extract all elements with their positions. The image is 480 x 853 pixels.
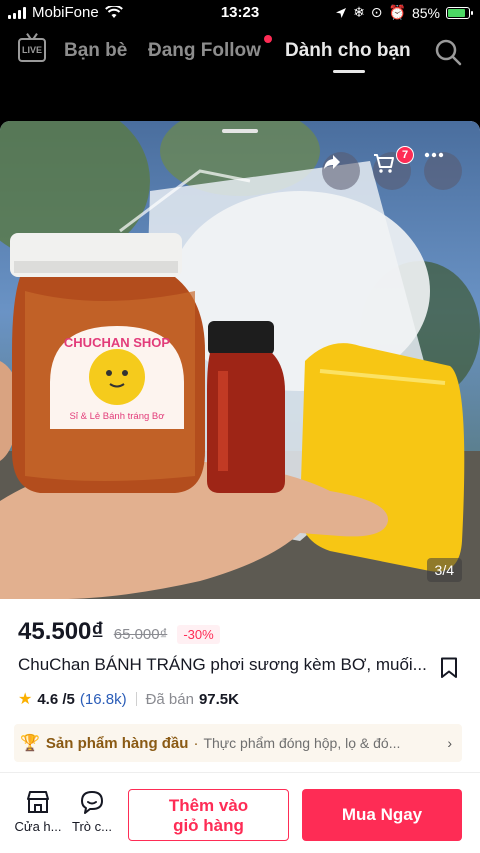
chat-button[interactable]: Trò c...: [66, 789, 118, 834]
ranking-banner[interactable]: 🏆 Sản phẩm hàng đầu · Thực phẩm đóng hộp…: [14, 724, 462, 762]
bottom-action-bar: Cửa h... Trò c... Thêm vào giỏ hàng Mua …: [0, 772, 480, 853]
cart-count-badge: 7: [396, 146, 414, 164]
title-row[interactable]: ChuChan BÁNH TRÁNG phơi sương kèm BƠ, mu…: [18, 655, 462, 679]
add-to-cart-line2: giỏ hàng: [173, 816, 244, 835]
active-tab-indicator: [333, 70, 365, 73]
divider: [135, 692, 137, 706]
add-to-cart-line1: Thêm vào: [168, 796, 249, 815]
cart-button[interactable]: 7: [373, 146, 414, 190]
status-right: ❄ ⊙ ⏰ 85%: [335, 4, 473, 21]
share-icon: [324, 155, 340, 169]
bookmark-icon[interactable]: [440, 657, 458, 679]
jar-label-bottom: Sỉ & Lẻ Bánh tráng Bơ: [70, 411, 165, 422]
shop-icon: [27, 791, 49, 813]
more-icon: [424, 152, 444, 158]
shop-button[interactable]: Cửa h...: [12, 789, 64, 834]
cart-icon: [374, 154, 394, 173]
tab-following[interactable]: Đang Follow: [148, 40, 261, 62]
trophy-icon: 🏆: [20, 735, 40, 752]
tab-friends[interactable]: Bạn bè: [64, 40, 127, 62]
ranking-separator: ·: [193, 734, 199, 752]
product-photo[interactable]: CHUCHAN SHOP Sỉ & Lẻ Bánh tráng Bơ 7 3/4: [0, 121, 480, 599]
location-icon: [336, 7, 347, 18]
chat-label: Trò c...: [72, 819, 112, 834]
discount-badge: -30%: [177, 625, 220, 644]
alarm-icon: ⏰: [388, 4, 406, 20]
drag-handle[interactable]: [222, 129, 258, 133]
sold-count: 97.5K: [198, 690, 239, 708]
review-count[interactable]: (16.8k): [80, 691, 127, 708]
search-icon[interactable]: [434, 38, 462, 66]
ranking-category: Thực phẩm đóng hộp, lọ & đó...: [203, 735, 401, 751]
price-row: 45.500₫ 65.000₫ -30%: [18, 618, 220, 646]
product-photo-illustration: CHUCHAN SHOP Sỉ & Lẻ Bánh tráng Bơ: [0, 121, 480, 599]
current-price: 45.500₫: [18, 618, 104, 645]
snow-icon: ❄: [353, 4, 365, 20]
live-icon[interactable]: LIVE: [18, 38, 46, 62]
shop-label: Cửa h...: [14, 819, 62, 834]
top-nav: LIVE Bạn bè Đang Follow Dành cho bạn: [0, 30, 480, 74]
battery-percent: 85%: [411, 4, 440, 21]
image-counter: 3/4: [426, 558, 462, 582]
star-icon: ★: [18, 691, 33, 708]
ranking-title: Sản phẩm hàng đầu: [45, 734, 189, 752]
status-bar: MobiFone 13:23 ❄ ⊙ ⏰ 85%: [0, 0, 480, 26]
add-to-cart-button[interactable]: Thêm vào giỏ hàng: [128, 789, 289, 841]
buy-now-button[interactable]: Mua Ngay: [302, 789, 462, 841]
more-button[interactable]: [424, 152, 462, 190]
product-card: CHUCHAN SHOP Sỉ & Lẻ Bánh tráng Bơ 7 3/4…: [0, 121, 480, 853]
original-price: 65.000₫: [113, 626, 168, 643]
share-button[interactable]: [322, 152, 360, 190]
battery-icon: [446, 6, 473, 19]
jar-label-top: CHUCHAN SHOP: [64, 335, 171, 350]
rating-row[interactable]: ★ 4.6 /5 (16.8k) Đã bán 97.5K: [18, 689, 239, 709]
sold-label: Đã bán: [145, 690, 194, 708]
orientation-icon: ⊙: [370, 4, 383, 20]
notification-dot: [264, 35, 272, 43]
rating-value: 4.6 /5: [37, 690, 75, 708]
product-title[interactable]: ChuChan BÁNH TRÁNG phơi sương kèm BƠ, mu…: [18, 655, 430, 675]
chat-icon: [81, 791, 103, 814]
chevron-right-icon: ›: [447, 735, 452, 751]
live-label: LIVE: [21, 45, 42, 55]
tab-for-you[interactable]: Dành cho bạn: [285, 40, 411, 62]
